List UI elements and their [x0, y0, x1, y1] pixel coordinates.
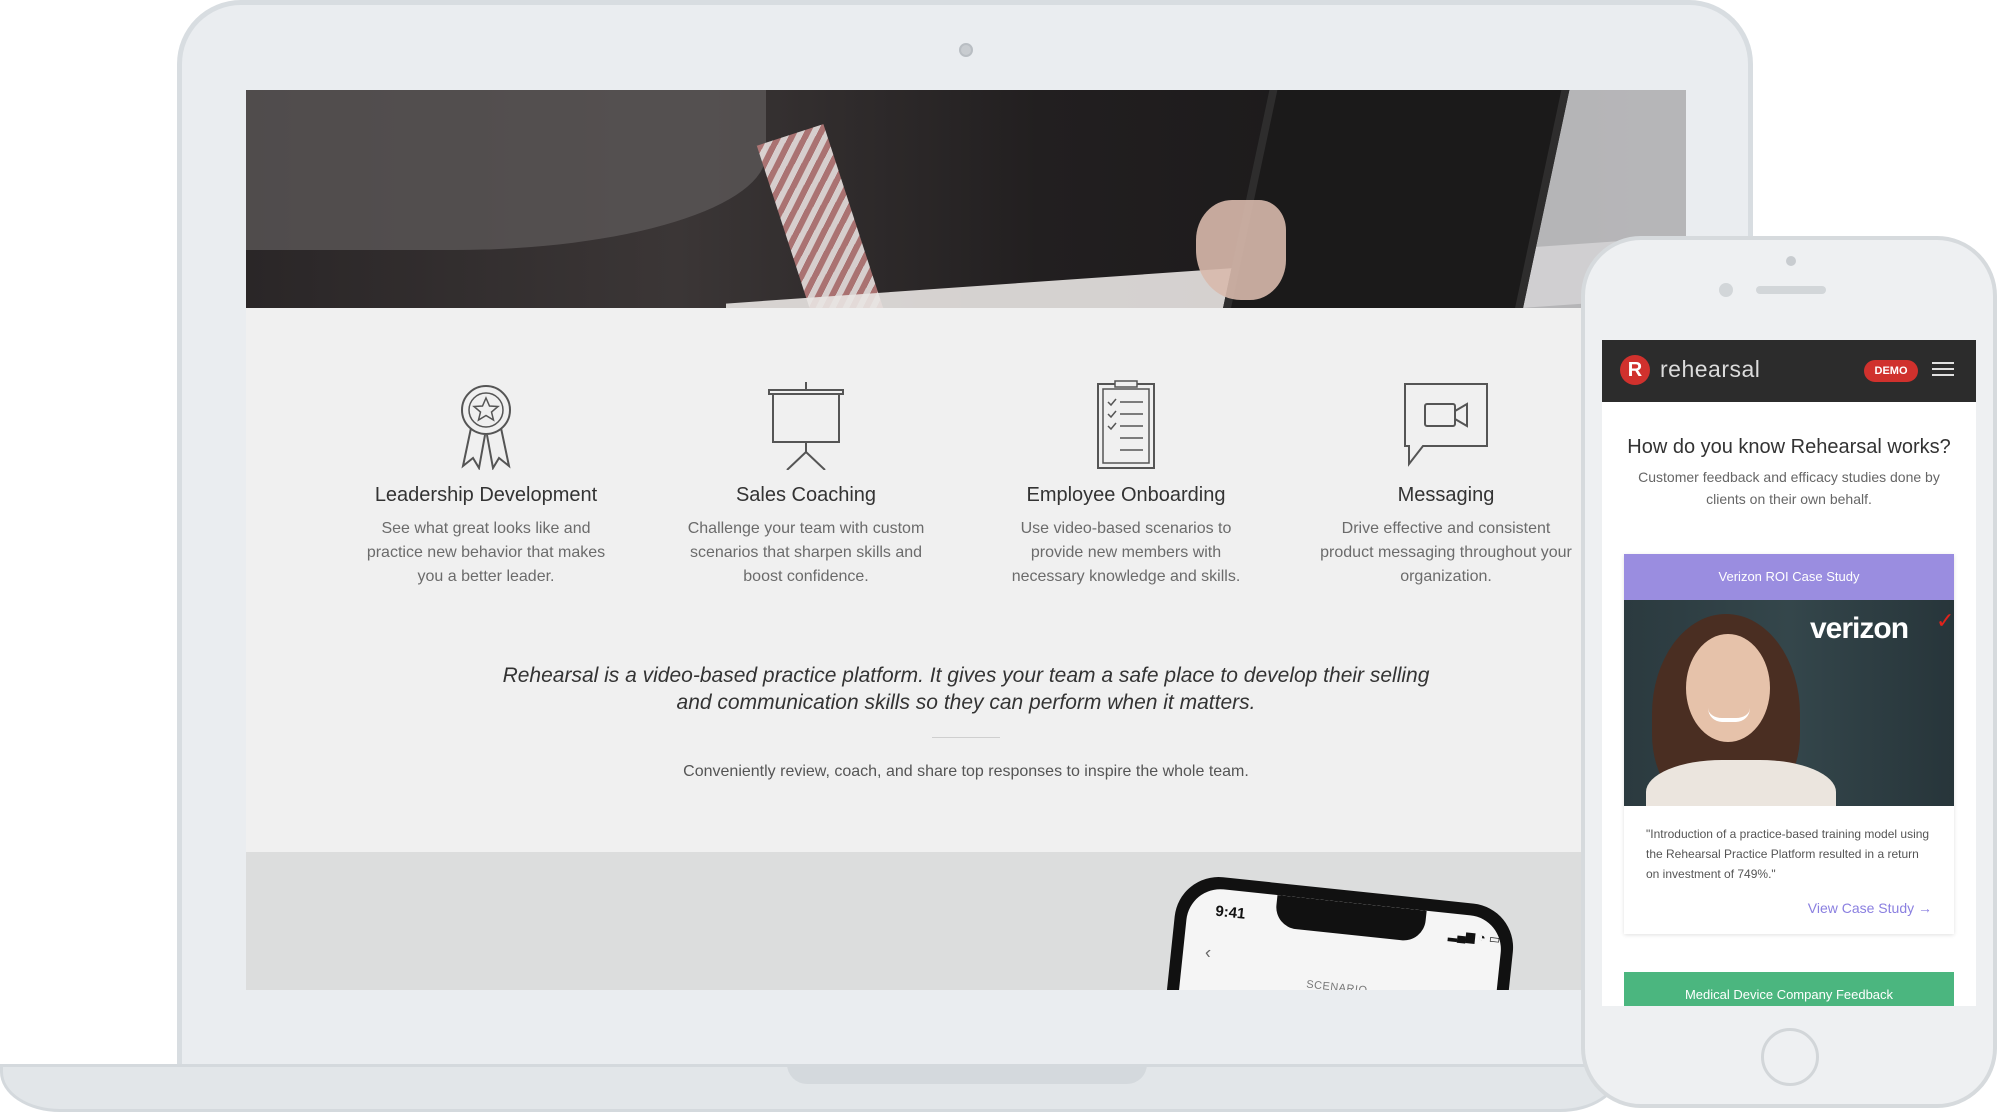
phone-sensor — [1786, 256, 1796, 266]
mini-phone-notch — [1274, 895, 1427, 943]
feature-sales-coaching: Sales Coaching Challenge your team with … — [676, 380, 936, 589]
rehearsal-logo-icon[interactable]: R — [1620, 355, 1650, 385]
feature-title: Sales Coaching — [735, 484, 877, 506]
verizon-logo: verizon — [1810, 612, 1909, 645]
demo-button[interactable]: DEMO — [1864, 360, 1918, 382]
video-chat-icon — [1404, 383, 1488, 467]
mini-phone-screen: 9:41 ▂▄▆ ◔ ▭ ‹ SCENARIO — [1175, 885, 1505, 990]
phone-camera — [1719, 283, 1733, 297]
signal-wifi-battery-icon: ▂▄▆ ◔ ▭ — [1447, 927, 1502, 947]
hero-image — [246, 90, 1686, 308]
status-time: 9:41 — [1214, 902, 1247, 923]
feature-title: Leadership Development — [374, 484, 598, 506]
section-heading: How do you know Rehearsal works? — [1627, 436, 1951, 458]
mobile-navbar: R rehearsal DEMO — [1602, 340, 1976, 402]
feature-desc: Drive effective and consistent product m… — [1320, 520, 1572, 585]
case-study-card: Verizon ROI Case Study verizon ✓ "Introd… — [1624, 554, 1954, 934]
phone-speaker — [1756, 286, 1826, 294]
features-row: Leadership Development See what great lo… — [246, 380, 1686, 600]
scenario-label: SCENARIO — [1305, 978, 1369, 990]
home-button[interactable] — [1761, 1028, 1819, 1086]
tagline: Rehearsal is a video-based practice plat… — [502, 664, 1430, 714]
feature-onboarding: Employee Onboarding Use video-based scen… — [996, 380, 1256, 589]
case-study-title: Verizon ROI Case Study — [1624, 554, 1954, 600]
clipboard-checklist-icon — [1097, 380, 1155, 469]
award-ribbon-icon — [461, 385, 511, 470]
feature-desc: See what great looks like and practice n… — [366, 520, 606, 585]
laptop-screen: Leadership Development See what great lo… — [246, 90, 1686, 990]
section-subheading: Customer feedback and efficacy studies d… — [1638, 469, 1940, 507]
feature-desc: Challenge your team with custom scenario… — [687, 520, 925, 585]
divider — [932, 737, 1000, 738]
chevron-left-icon[interactable]: ‹ — [1204, 942, 1212, 964]
case-study-image: verizon ✓ — [1624, 600, 1954, 806]
view-case-study-link[interactable]: View Case Study → — [1808, 900, 1932, 916]
feature-title: Messaging — [1397, 484, 1495, 506]
laptop-camera — [959, 43, 973, 57]
subline: Conveniently review, coach, and share to… — [683, 763, 1249, 780]
feature-messaging: Messaging Drive effective and consistent… — [1316, 380, 1576, 589]
verizon-check-icon: ✓ — [1936, 608, 1954, 633]
feature-desc: Use video-based scenarios to provide new… — [1011, 520, 1241, 585]
brand-name[interactable]: rehearsal — [1660, 356, 1760, 383]
case-study-quote: "Introduction of a practice-based traini… — [1646, 827, 1930, 881]
phone-screen: R rehearsal DEMO How do you know Rehears… — [1602, 340, 1976, 1006]
presentation-board-icon — [768, 382, 844, 470]
feature-leadership: Leadership Development See what great lo… — [356, 380, 616, 589]
feature-title: Employee Onboarding — [1026, 484, 1226, 506]
medical-device-card-header[interactable]: Medical Device Company Feedback — [1624, 972, 1954, 1006]
hamburger-menu-icon[interactable] — [1932, 362, 1954, 380]
laptop-base-notch — [787, 1064, 1147, 1084]
